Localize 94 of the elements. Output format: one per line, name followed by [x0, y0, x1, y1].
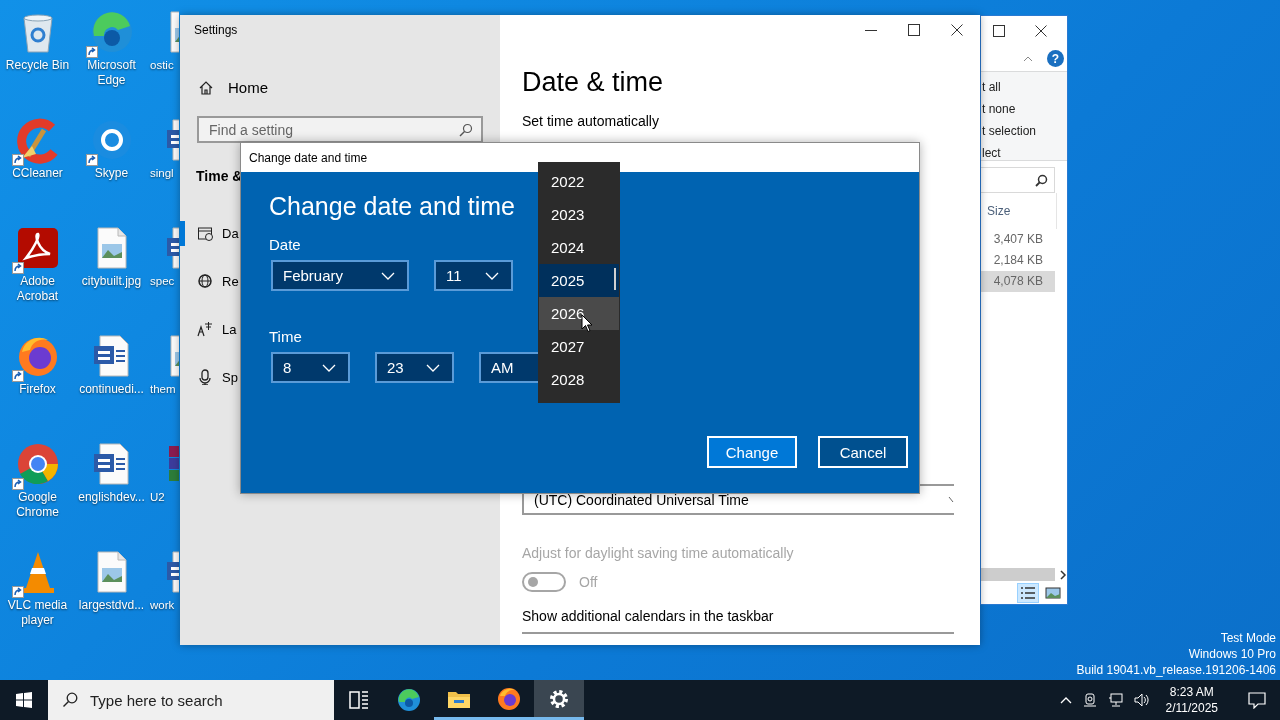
maximize-icon[interactable] [993, 25, 1005, 37]
desktop-icon-label: continuedi... [78, 382, 145, 397]
collapse-ribbon-icon[interactable] [1023, 55, 1033, 62]
ribbon-command[interactable]: t all [981, 76, 1067, 98]
page-heading: Date & time [522, 67, 665, 98]
file-size-cell[interactable]: 4,078 KB [981, 271, 1055, 292]
taskbar-clock[interactable]: 8:23 AM 2/11/2025 [1165, 684, 1218, 716]
year-option[interactable]: 2024 [539, 231, 619, 264]
globe-icon [197, 273, 213, 289]
field-label: Time [269, 328, 302, 345]
scroll-right-icon[interactable] [1059, 569, 1067, 580]
details-view-icon[interactable] [1017, 583, 1039, 603]
search-icon [62, 692, 78, 708]
desktop-icon-label: work [150, 598, 175, 613]
setting-label: Adjust for daylight saving time automatically [522, 545, 795, 561]
home-icon[interactable] [198, 79, 214, 96]
desktop-icon-label: citybuilt.jpg [80, 274, 143, 289]
scrollbar-thumb[interactable] [981, 568, 1055, 581]
windows-start-icon[interactable] [16, 692, 32, 708]
setting-label: Show additional calendars in the taskbar [522, 608, 775, 624]
file-size-cell[interactable]: 3,407 KB [981, 229, 1055, 250]
year-option[interactable]: 2026 [539, 297, 619, 330]
year-option[interactable]: 2022 [539, 165, 619, 198]
file-size-cell[interactable]: 2,184 KB [981, 250, 1055, 271]
dropdown[interactable]: 11 [434, 260, 513, 291]
nav-item[interactable]: La [222, 321, 237, 337]
nav-item[interactable]: Sp [222, 369, 238, 385]
desktop-icon-label: spec [150, 274, 175, 289]
system-notice-text: Test Mode [1220, 630, 1276, 646]
calendar-icon [197, 225, 213, 241]
toggle-state-label: Off [579, 574, 598, 590]
device-icon[interactable] [1081, 692, 1098, 708]
desktop-icon-label: Adobe Acrobat [15, 274, 60, 304]
year-option[interactable]: 2023 [539, 198, 619, 231]
clock-time: 8:23 AM [1169, 684, 1214, 700]
search-icon [1035, 173, 1048, 187]
network-icon[interactable] [1107, 692, 1124, 708]
firefox-icon [497, 686, 521, 711]
chevron-icon [948, 495, 954, 504]
task-view-icon [347, 688, 371, 712]
desktop-icon-label: VLC media player [6, 598, 69, 628]
ribbon-command[interactable]: t selection [981, 120, 1067, 142]
chevron-down-icon [381, 271, 395, 280]
desktop-icon-label: Google Chrome [15, 490, 60, 520]
microphone-icon [197, 369, 213, 385]
desktop-icon-label: largestdvd... [77, 598, 146, 613]
desktop-icon-label: CCleaner [11, 166, 64, 181]
edge-icon [397, 688, 421, 712]
search-icon [459, 122, 473, 137]
desktop-icon-label: ostic [150, 58, 174, 73]
volume-icon[interactable] [1133, 692, 1150, 708]
thumbnail-view-icon[interactable] [1043, 584, 1063, 602]
close-icon[interactable] [951, 24, 963, 36]
desktop-icon-label: Recycle Bin [4, 58, 71, 73]
chevron-down-icon [485, 271, 499, 280]
close-icon[interactable] [1035, 25, 1047, 37]
desktop-icon-label: englishdev... [77, 490, 146, 505]
year-option[interactable]: 2025 [539, 264, 619, 297]
taskbar-search-field[interactable]: Type here to search [48, 680, 334, 720]
nav-item[interactable]: Re [222, 273, 239, 289]
dropdown[interactable]: 23 [375, 352, 454, 383]
column-header[interactable]: Size [981, 193, 1057, 229]
nav-item[interactable]: Da [222, 225, 239, 241]
cancel-button[interactable]: Cancel [818, 436, 908, 468]
desktop-icon-label: them [150, 382, 176, 397]
chevron-down-icon [426, 363, 440, 372]
window-title: Settings [194, 23, 239, 37]
dropdown[interactable]: 8 [271, 352, 350, 383]
setting-label: Set time automatically [522, 113, 660, 129]
dialog-title: Change date and time [249, 150, 368, 165]
ribbon-command[interactable]: lect [981, 142, 1067, 164]
dialog-heading: Change date and time [269, 192, 515, 221]
language-icon [197, 321, 213, 337]
system-notice-text: Build 19041.vb_release.191206-1406 [1076, 662, 1276, 678]
search-field[interactable] [981, 167, 1055, 193]
maximize-icon[interactable] [908, 24, 920, 36]
home-link[interactable]: Home [228, 79, 268, 96]
desktop-icon-label: Firefox [18, 382, 57, 397]
desktop-icon-label: Skype [93, 166, 130, 181]
chevron-up-icon[interactable] [1059, 696, 1072, 704]
notification-icon[interactable] [1248, 691, 1266, 709]
help-button[interactable]: ? [1047, 50, 1064, 67]
desktop-icon-label: U2 [150, 490, 165, 505]
ribbon-command[interactable]: t none [981, 98, 1067, 120]
change-button[interactable]: Change [707, 436, 797, 468]
desktop-icon-label: singl [150, 166, 174, 181]
field-label: Date [269, 236, 301, 253]
chevron-down-icon [322, 363, 336, 372]
desktop-icon-label: Microsoft Edge [86, 58, 137, 88]
taskbar-app-button[interactable] [534, 680, 584, 720]
system-notice-text: Windows 10 Pro [1188, 646, 1276, 662]
clock-date: 2/11/2025 [1165, 700, 1218, 716]
dropdown[interactable]: February [271, 260, 409, 291]
search-field[interactable]: Find a setting [197, 116, 483, 143]
